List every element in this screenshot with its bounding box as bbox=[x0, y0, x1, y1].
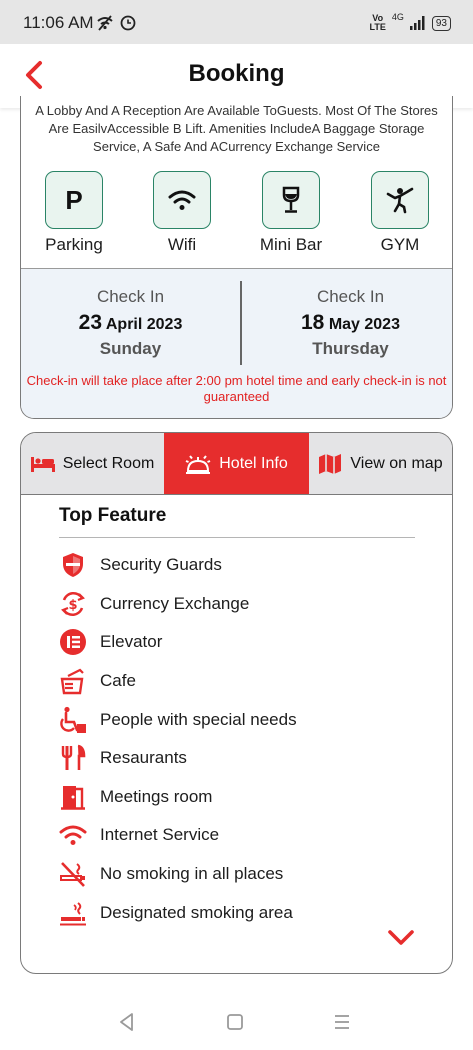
elevator-icon bbox=[60, 629, 86, 656]
hotel-details-card: Select Room Hotel Info View on map Top F… bbox=[20, 432, 453, 974]
clock-icon bbox=[120, 15, 136, 31]
feature-list: Security Guards $ Currency Exchange Elev… bbox=[59, 546, 429, 932]
feature-label: Meetings room bbox=[100, 786, 213, 806]
check-out-month-year: May 2023 bbox=[328, 316, 400, 333]
signal-icon bbox=[409, 16, 425, 30]
list-item: Security Guards bbox=[59, 546, 429, 585]
parking-icon: P bbox=[65, 184, 83, 215]
map-icon bbox=[319, 453, 342, 474]
wifi-off-icon bbox=[97, 15, 113, 31]
battery-indicator: 93 bbox=[431, 15, 451, 31]
top-feature-title: Top Feature bbox=[59, 505, 167, 526]
bell-icon bbox=[185, 454, 211, 474]
check-in-weekday: Sunday bbox=[99, 339, 162, 358]
check-out-label: Check In bbox=[316, 287, 385, 306]
meeting-room-icon bbox=[61, 785, 85, 810]
list-item: Designated smoking area bbox=[59, 893, 429, 932]
currency-exchange-icon: $ bbox=[61, 591, 85, 616]
page-title: Booking bbox=[188, 60, 285, 87]
list-item: $ Currency Exchange bbox=[59, 585, 429, 624]
nav-recents-button[interactable] bbox=[330, 1010, 354, 1034]
list-item: People with special needs bbox=[59, 700, 429, 739]
accessibility-icon bbox=[60, 706, 86, 733]
tab-label: Hotel Info bbox=[219, 454, 288, 472]
network-type: 4G bbox=[391, 12, 404, 22]
expand-features-button[interactable] bbox=[386, 927, 416, 949]
check-in-day: 23 bbox=[78, 311, 102, 334]
list-item: Resaurants bbox=[59, 739, 429, 778]
feature-label: Elevator bbox=[100, 632, 163, 652]
check-out-day: 18 bbox=[301, 311, 325, 334]
check-out-date: Check In 18 May 2023 Thursday bbox=[243, 287, 452, 359]
check-in-note: Check-in will take place after 2:00 pm h… bbox=[26, 373, 447, 404]
status-notification-icons bbox=[96, 14, 136, 31]
check-out-weekday: Thursday bbox=[312, 339, 389, 358]
amenity-wifi: Wifi bbox=[137, 171, 227, 255]
volte-indicator: Vo LTE bbox=[369, 13, 386, 32]
gym-icon bbox=[386, 187, 414, 214]
chevron-down-icon bbox=[388, 930, 414, 945]
check-in-label: Check In bbox=[96, 287, 165, 306]
wifi-icon bbox=[59, 825, 87, 846]
nav-home-button[interactable] bbox=[223, 1010, 247, 1034]
amenity-label: Parking bbox=[45, 235, 103, 254]
feature-label: Cafe bbox=[100, 671, 136, 691]
status-system-icons: Vo LTE 4G 93 bbox=[369, 12, 451, 32]
amenities-row: P Parking Wifi Mini Bar GYM bbox=[21, 171, 452, 267]
triangle-back-icon bbox=[120, 1013, 133, 1031]
square-home-icon bbox=[227, 1014, 243, 1030]
menu-lines-icon bbox=[335, 1015, 349, 1029]
amenity-parking: P Parking bbox=[29, 171, 119, 255]
tab-hotel-info[interactable]: Hotel Info bbox=[164, 433, 309, 494]
tab-view-on-map[interactable]: View on map bbox=[309, 433, 452, 494]
tab-label: View on map bbox=[350, 454, 443, 472]
feature-label: Security Guards bbox=[100, 555, 222, 575]
feature-label: People with special needs bbox=[100, 709, 297, 729]
tab-label: Select Room bbox=[62, 454, 155, 472]
wine-glass-icon bbox=[282, 186, 300, 213]
system-nav-bar bbox=[0, 996, 473, 1050]
status-bar: 11:06 AM Vo LTE 4G 93 bbox=[0, 0, 473, 44]
nav-back-button[interactable] bbox=[115, 1010, 139, 1034]
list-item: No smoking in all places bbox=[59, 855, 429, 894]
hotel-description: A Lobby And A Reception Are Available To… bbox=[35, 103, 438, 154]
restaurant-icon bbox=[61, 744, 86, 771]
feature-label: No smoking in all places bbox=[100, 864, 284, 884]
check-in-date: Check In 23 April 2023 Sunday bbox=[23, 287, 238, 359]
check-in-section: Check In 23 April 2023 Sunday Check In 1… bbox=[21, 269, 452, 418]
no-smoking-icon bbox=[60, 862, 85, 887]
divider bbox=[59, 537, 415, 538]
cafe-icon bbox=[60, 668, 84, 695]
feature-label: Designated smoking area bbox=[100, 902, 293, 922]
feature-label: Currency Exchange bbox=[100, 593, 250, 613]
bed-icon bbox=[30, 456, 55, 472]
list-item: Cafe bbox=[59, 662, 429, 701]
shield-icon bbox=[63, 553, 83, 578]
list-item: Elevator bbox=[59, 623, 429, 662]
svg-text:$: $ bbox=[68, 598, 77, 613]
amenity-mini-bar: Mini Bar bbox=[246, 171, 336, 255]
smoking-area-icon bbox=[60, 901, 86, 926]
feature-label: Resaurants bbox=[100, 748, 187, 768]
list-item: Internet Service bbox=[59, 816, 429, 855]
wifi-icon bbox=[168, 190, 196, 210]
amenity-label: GYM bbox=[380, 235, 420, 254]
hotel-summary-card: A Lobby And A Reception Are Available To… bbox=[20, 96, 453, 419]
tab-select-room[interactable]: Select Room bbox=[21, 433, 164, 494]
feature-label: Internet Service bbox=[100, 825, 220, 845]
amenity-label: Mini Bar bbox=[259, 235, 323, 254]
amenity-label: Wifi bbox=[167, 235, 197, 254]
check-in-divider bbox=[240, 281, 242, 365]
status-time: 11:06 AM bbox=[23, 13, 94, 32]
check-in-month-year: April 2023 bbox=[105, 316, 183, 333]
tab-bar: Select Room Hotel Info View on map bbox=[21, 433, 452, 495]
amenity-gym: GYM bbox=[355, 171, 445, 255]
list-item: Meetings room bbox=[59, 778, 429, 817]
